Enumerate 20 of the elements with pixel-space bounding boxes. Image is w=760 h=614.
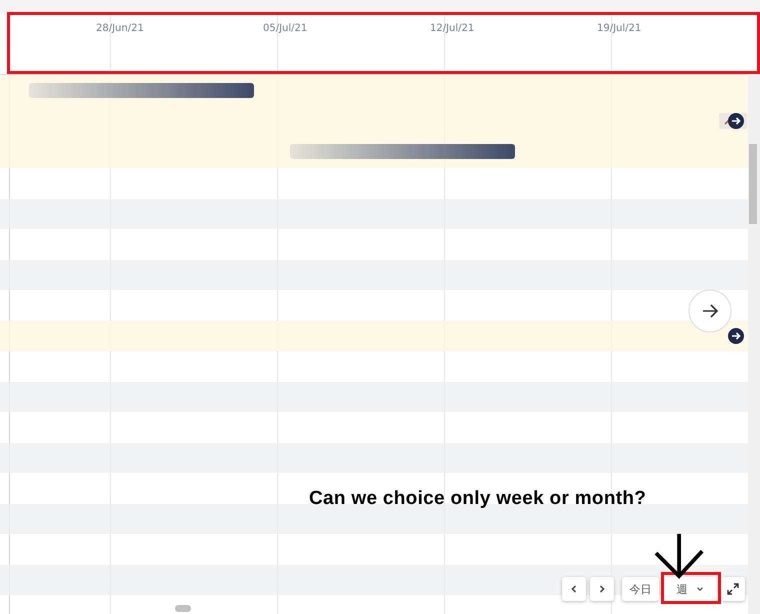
scrollbar-thumb[interactable] bbox=[175, 605, 191, 612]
task-bar[interactable] bbox=[29, 83, 254, 98]
next-button[interactable] bbox=[590, 577, 614, 601]
date-header: 05/Jul/21 bbox=[262, 22, 308, 36]
next-arrow-button[interactable] bbox=[688, 289, 732, 333]
chevron-right-icon bbox=[597, 584, 607, 594]
chevron-left-icon bbox=[569, 584, 579, 594]
scrollbar-thumb[interactable] bbox=[749, 144, 757, 224]
annotation-text: Can we choice only week or month? bbox=[309, 488, 646, 510]
date-header: 28/Jun/21 bbox=[95, 22, 145, 36]
today-button[interactable]: 今日 bbox=[622, 577, 659, 601]
date-header: 12/Jul/21 bbox=[429, 22, 476, 36]
chevron-down-icon bbox=[696, 585, 704, 593]
fullscreen-button[interactable] bbox=[721, 577, 745, 601]
task-bar[interactable] bbox=[290, 144, 515, 159]
scale-dropdown[interactable]: 週 bbox=[663, 577, 717, 601]
date-header: 19/Jul/21 bbox=[596, 22, 642, 36]
highlight-frame bbox=[661, 572, 721, 604]
expand-icon bbox=[727, 583, 739, 595]
previous-button[interactable] bbox=[562, 577, 586, 601]
